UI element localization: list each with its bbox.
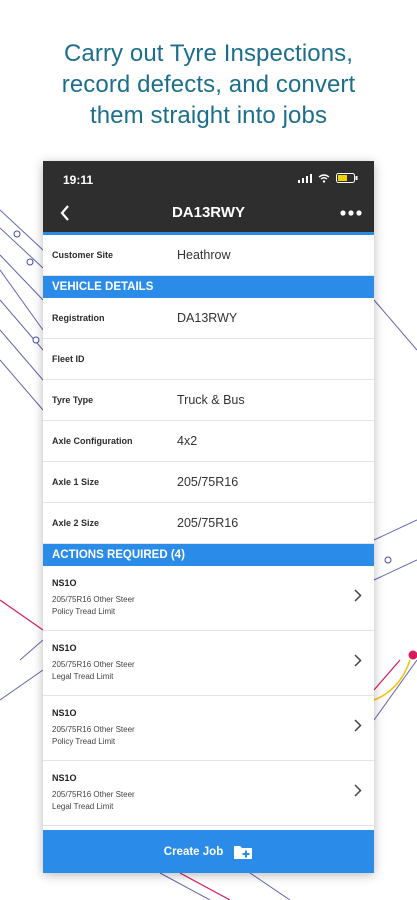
axle-1-size-label: Axle 1 Size — [52, 477, 100, 487]
axle-configuration-row: Axle Configuration 4x2 — [43, 421, 374, 462]
customer-site-label: Customer Site — [52, 250, 114, 260]
action-tyre-position: 205/75R16 Other Steer — [52, 660, 135, 669]
axle-configuration-label: Axle Configuration — [52, 436, 133, 446]
tyre-type-label: Tyre Type — [52, 395, 94, 405]
status-time: 19:11 — [63, 173, 94, 187]
customer-site-row: Customer Site Heathrow — [43, 235, 374, 276]
axle-2-size-label: Axle 2 Size — [52, 518, 100, 528]
headline-line-3: them straight into jobs — [89, 102, 328, 129]
action-code: NS1O — [52, 643, 77, 653]
chevron-right-icon — [354, 654, 362, 667]
headline-line-1: Carry out Tyre Inspections, — [63, 40, 354, 67]
action-item[interactable]: NS1O 205/75R16 Other Steer Policy Tread … — [43, 696, 374, 761]
registration-value: DA13RWY — [177, 311, 238, 325]
nav-title: DA13RWY — [171, 204, 246, 221]
axle-2-size-row: Axle 2 Size 205/75R16 — [43, 503, 374, 544]
vehicle-details-header: VEHICLE DETAILS — [43, 276, 374, 298]
action-code: NS1O — [52, 773, 77, 783]
status-bar: 19:11 — [43, 161, 374, 197]
registration-row: Registration DA13RWY — [43, 298, 374, 339]
signal-icon — [298, 173, 312, 183]
action-defect: Legal Tread Limit — [52, 802, 114, 811]
chevron-right-icon — [354, 784, 362, 797]
action-defect: Legal Tread Limit — [52, 672, 114, 681]
actions-required-header: ACTIONS REQUIRED (4) — [43, 544, 374, 566]
more-dots-icon — [340, 210, 362, 216]
chevron-right-icon — [354, 589, 362, 602]
create-job-label: Create Job — [163, 845, 224, 858]
status-icons — [298, 173, 358, 183]
action-defect: Policy Tread Limit — [52, 607, 116, 616]
action-tyre-position: 205/75R16 Other Steer — [52, 725, 135, 734]
marketing-headline: Carry out Tyre Inspections, record defec… — [0, 38, 417, 131]
phone-screen: 19:11 DA13RWY Customer Site Heathrow VEH… — [43, 161, 374, 873]
axle-configuration-value: 4x2 — [177, 434, 198, 448]
action-code: NS1O — [52, 578, 77, 588]
axle-1-size-value: 205/75R16 — [177, 475, 239, 489]
headline-line-2: record defects, and convert — [61, 71, 356, 98]
fleet-id-row: Fleet ID — [43, 339, 374, 380]
action-tyre-position: 205/75R16 Other Steer — [52, 790, 135, 799]
battery-icon — [336, 173, 358, 183]
nav-bar: DA13RWY — [43, 197, 374, 232]
action-item[interactable]: NS1O 205/75R16 Other Steer Legal Tread L… — [43, 631, 374, 696]
action-code: NS1O — [52, 708, 77, 718]
folder-plus-icon — [234, 845, 253, 859]
more-options-button[interactable] — [336, 197, 366, 229]
customer-site-value: Heathrow — [177, 248, 231, 262]
fleet-id-label: Fleet ID — [52, 354, 85, 364]
tyre-type-value: Truck & Bus — [177, 393, 245, 407]
axle-1-size-row: Axle 1 Size 205/75R16 — [43, 462, 374, 503]
tyre-type-row: Tyre Type Truck & Bus — [43, 380, 374, 421]
action-item[interactable]: NS1O 205/75R16 Other Steer Legal Tread L… — [43, 761, 374, 826]
create-job-button[interactable]: Create Job — [43, 830, 374, 873]
registration-label: Registration — [52, 313, 105, 323]
wifi-icon — [318, 173, 330, 183]
action-item[interactable]: NS1O 205/75R16 Other Steer Policy Tread … — [43, 566, 374, 631]
action-tyre-position: 205/75R16 Other Steer — [52, 595, 135, 604]
app-bar: 19:11 DA13RWY — [43, 161, 374, 232]
action-defect: Policy Tread Limit — [52, 737, 116, 746]
chevron-right-icon — [354, 719, 362, 732]
axle-2-size-value: 205/75R16 — [177, 516, 239, 530]
